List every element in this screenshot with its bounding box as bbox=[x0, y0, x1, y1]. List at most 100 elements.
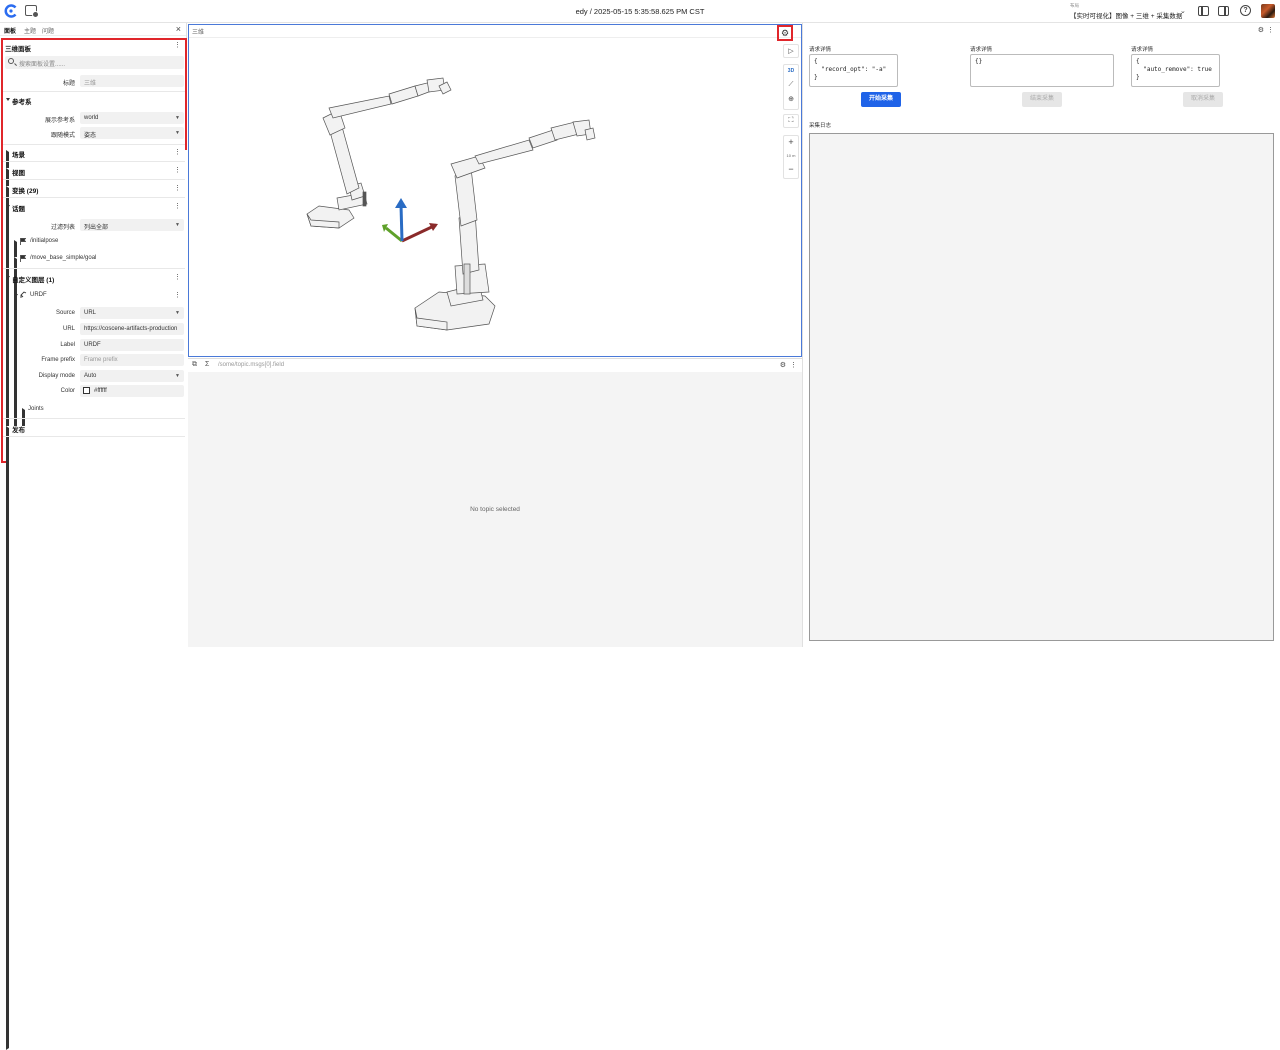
request-detail-label: 请求详情 bbox=[970, 47, 993, 53]
fit-view-icon[interactable]: ⛶ bbox=[784, 117, 798, 125]
section-topics[interactable]: 话题 bbox=[12, 203, 25, 213]
panel-title: 三维面板 bbox=[5, 46, 31, 53]
more-options-icon[interactable]: ⋮ bbox=[1267, 26, 1274, 34]
more-options-icon[interactable]: ⋮ bbox=[174, 185, 181, 192]
topic-path-input[interactable]: /some/topic.msgs[0].field bbox=[218, 362, 284, 368]
panel-settings-sidebar: 面板 主题 问题 × 三维面板 ⋮ 搜索面板设置...... 标题 三维 参考系… bbox=[0, 23, 500, 1050]
more-options-icon[interactable]: ⋮ bbox=[174, 274, 181, 281]
chevron-down-icon[interactable]: ⌄ bbox=[1180, 7, 1186, 15]
ruler-icon[interactable]: ⟋ bbox=[784, 81, 798, 89]
gear-icon: ⚙ bbox=[781, 28, 790, 38]
search-icon bbox=[8, 58, 14, 64]
fit-toolbar: ⛶ bbox=[783, 114, 799, 128]
chevron-down-icon: ▼ bbox=[175, 310, 180, 316]
label-label: Label bbox=[60, 342, 75, 348]
section-custom-layers[interactable]: 自定义图层 (1) bbox=[12, 274, 54, 284]
more-options-icon[interactable]: ⋮ bbox=[174, 42, 181, 49]
request-detail-label: 请求详情 bbox=[1131, 47, 1154, 53]
more-options-icon[interactable]: ⋮ bbox=[174, 203, 181, 210]
request-detail-editor[interactable]: { "record_opt": "-a" } bbox=[809, 54, 898, 87]
chevron-down-icon: ▼ bbox=[175, 373, 180, 379]
chevron-down-icon: ▼ bbox=[175, 115, 180, 121]
top-bar: edy / 2025-05-15 5:35:58.625 PM CST 布局 【… bbox=[0, 0, 1280, 23]
end-collection-button[interactable]: 结束采集 bbox=[1022, 92, 1062, 107]
left-sidebar-toggle-icon[interactable] bbox=[1198, 6, 1209, 16]
display-frame-label: 展示参考系 bbox=[44, 118, 75, 124]
filter-select[interactable]: 列出全部 ▼ bbox=[80, 219, 184, 231]
layout-caption: 布局 bbox=[1070, 3, 1079, 8]
more-options-icon[interactable]: ⋮ bbox=[174, 167, 181, 174]
color-swatch[interactable] bbox=[83, 387, 90, 394]
section-view[interactable]: 视图 bbox=[12, 167, 25, 177]
view-toolbar: 3D ⟋ ⊕ bbox=[783, 64, 799, 110]
sidebar-tabs: 面板 主题 问题 × bbox=[0, 23, 186, 36]
panel-settings-button[interactable]: ⚙ bbox=[777, 25, 793, 41]
topic-item-goal[interactable]: /move_base_simple/goal bbox=[30, 255, 96, 261]
url-field[interactable]: https://coscene-artifacts-production bbox=[80, 323, 184, 335]
zoom-out-icon[interactable]: − bbox=[784, 164, 798, 174]
section-publish[interactable]: 发布 bbox=[12, 424, 25, 434]
url-label: URL bbox=[62, 326, 75, 332]
tab-panel[interactable]: 面板 bbox=[4, 26, 16, 35]
robot-arm-icon bbox=[20, 291, 27, 298]
expand-icon[interactable] bbox=[6, 205, 10, 208]
request-detail-editor[interactable]: {} bbox=[970, 54, 1114, 87]
section-transforms[interactable]: 变换 (29) bbox=[12, 185, 38, 195]
source-label: Source bbox=[55, 310, 75, 316]
plot-icon[interactable]: ⧉ bbox=[192, 361, 197, 369]
close-icon[interactable]: × bbox=[176, 24, 181, 34]
topic-item-initialpose[interactable]: /initialpose bbox=[30, 238, 58, 244]
cancel-collection-button[interactable]: 取消采集 bbox=[1183, 92, 1223, 107]
section-scene[interactable]: 场景 bbox=[12, 149, 25, 159]
robot-arm-right bbox=[414, 119, 596, 331]
display-frame-select[interactable]: world ▼ bbox=[80, 112, 184, 124]
right-sidebar-toggle-icon[interactable] bbox=[1218, 6, 1229, 16]
play-icon[interactable]: ▷ bbox=[784, 47, 798, 55]
expand-icon[interactable] bbox=[6, 276, 10, 279]
request-detail-editor[interactable]: { "auto_remove": true } bbox=[1131, 54, 1220, 87]
source-select[interactable]: URL ▼ bbox=[80, 307, 184, 319]
display-mode-label: Display mode bbox=[38, 373, 75, 379]
scale-label: 10 m bbox=[786, 153, 796, 158]
sigma-icon[interactable]: Σ bbox=[205, 361, 209, 368]
help-icon[interactable]: ? bbox=[1240, 5, 1251, 16]
3d-panel[interactable]: 三维 ⚙ ▷ 3D ⟋ ⊕ ⛶ + 10 m − bbox=[188, 24, 802, 357]
zoom-in-icon[interactable]: + bbox=[784, 137, 798, 147]
more-options-icon[interactable]: ⋮ bbox=[174, 292, 181, 299]
joints-node[interactable]: Joints bbox=[28, 406, 44, 412]
follow-mode-select[interactable]: 姿态 ▼ bbox=[80, 127, 184, 139]
empty-message: No topic selected bbox=[470, 506, 520, 513]
frame-prefix-field[interactable]: Frame prefix bbox=[80, 354, 184, 366]
plot-panel[interactable]: ⧉ Σ /some/topic.msgs[0].field ⚙ ⋮ No top… bbox=[188, 358, 802, 647]
zoom-toolbar: + 10 m − bbox=[783, 135, 799, 179]
3d-scene[interactable] bbox=[189, 38, 779, 356]
gear-icon[interactable]: ⚙ bbox=[780, 361, 786, 369]
display-mode-select[interactable]: Auto ▼ bbox=[80, 370, 184, 382]
data-collection-panel: ⚙ ⋮ 请求详情 { "record_opt": "-a" } 开始采集 请求详… bbox=[802, 23, 1280, 647]
interaction-toolbar: ▷ bbox=[783, 44, 799, 58]
panel-title: 三维 bbox=[192, 30, 205, 36]
collection-log[interactable] bbox=[809, 133, 1274, 641]
settings-search-input[interactable]: 搜索面板设置...... bbox=[5, 56, 184, 69]
toggle-3d-button[interactable]: 3D bbox=[784, 68, 798, 74]
tab-problems[interactable]: 问题 bbox=[42, 26, 54, 35]
gear-icon[interactable]: ⚙ bbox=[1258, 26, 1264, 34]
label-field[interactable]: URDF bbox=[80, 339, 184, 351]
start-collection-button[interactable]: 开始采集 bbox=[861, 92, 901, 107]
chevron-down-icon: ▼ bbox=[175, 130, 180, 136]
urdf-layer-name[interactable]: URDF bbox=[30, 292, 47, 298]
frame-prefix-label: Frame prefix bbox=[41, 357, 75, 363]
publish-point-icon[interactable]: ⊕ bbox=[784, 95, 798, 103]
more-options-icon[interactable]: ⋮ bbox=[790, 361, 797, 369]
filter-label: 过滤列表 bbox=[50, 225, 75, 231]
more-options-icon[interactable]: ⋮ bbox=[174, 149, 181, 156]
color-field[interactable]: #ffffff bbox=[80, 385, 184, 397]
layout-selector[interactable]: 【实时可视化】图像 + 三维 + 采集数据 bbox=[1070, 10, 1182, 20]
title-field[interactable]: 三维 bbox=[80, 75, 184, 87]
expand-icon[interactable] bbox=[14, 294, 18, 297]
avatar[interactable] bbox=[1261, 4, 1275, 18]
robot-arm-left bbox=[306, 77, 452, 229]
expand-icon[interactable] bbox=[6, 98, 10, 101]
section-frame[interactable]: 参考系 bbox=[12, 96, 32, 106]
tab-topics[interactable]: 主题 bbox=[24, 26, 36, 35]
